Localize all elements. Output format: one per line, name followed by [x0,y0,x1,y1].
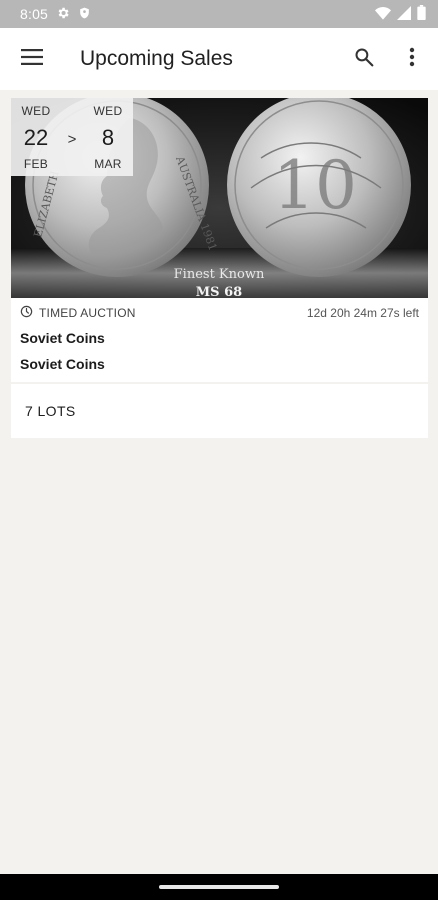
clock-icon [20,305,33,321]
lots-button[interactable]: 7 LOTS [11,384,428,438]
page-title: Upcoming Sales [80,47,233,70]
lots-count: 7 LOTS [25,403,76,419]
image-caption-finest: Finest Known [174,267,265,282]
navigation-bar [0,874,438,900]
image-caption-grade: MS 68 [196,285,242,298]
sale-card[interactable]: AUSTRALIA 1981 ELIZABETH 10 Finest Known… [11,98,428,382]
date-range-badge: WED 22 FEB > WED 8 MAR [11,98,133,176]
start-date: WED 22 FEB [11,98,61,176]
battery-icon [417,5,426,23]
status-bar: 8:05 [0,0,438,28]
sale-type: TIMED AUCTION [20,305,136,321]
status-left: 8:05 [20,6,91,23]
status-time: 8:05 [20,6,49,22]
search-button[interactable] [340,35,388,83]
end-month: MAR [94,157,122,171]
shield-icon [78,6,91,23]
app-bar: Upcoming Sales [0,28,438,90]
home-gesture-handle[interactable] [159,885,279,889]
sale-countdown: 12d 20h 24m 27s left [306,306,419,320]
menu-icon [21,48,43,70]
coin-reverse: 10 [227,98,411,277]
start-month: FEB [23,157,49,171]
end-day-of-week: WED [93,104,123,118]
sale-image: AUSTRALIA 1981 ELIZABETH 10 Finest Known… [11,98,428,298]
more-options-button[interactable] [388,35,436,83]
menu-button[interactable] [0,28,64,90]
end-day: 8 [101,124,115,150]
start-day-of-week: WED [21,104,51,118]
more-vert-icon [409,47,415,72]
signal-icon [397,5,411,23]
sale-meta: TIMED AUCTION 12d 20h 24m 27s left [11,304,428,322]
gear-icon [56,6,70,23]
sale-title: Soviet Coins [20,330,105,346]
status-right [375,5,426,23]
app-actions [340,35,438,83]
sale-subtitle: Soviet Coins [20,356,105,372]
date-separator: > [67,130,77,148]
wifi-icon [375,6,391,23]
search-icon [354,47,374,72]
sale-type-label: TIMED AUCTION [39,306,136,320]
start-day: 22 [23,124,49,150]
end-date: WED 8 MAR [83,98,133,176]
